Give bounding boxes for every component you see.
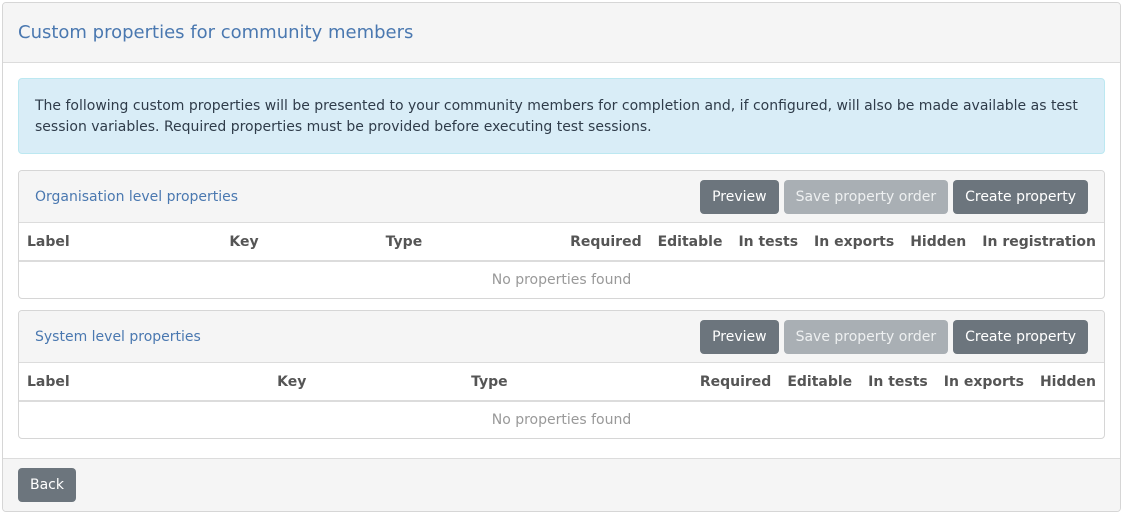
column-header[interactable]: Type: [463, 363, 692, 402]
column-header[interactable]: Type: [377, 223, 563, 262]
column-header[interactable]: In tests: [730, 223, 807, 262]
panel-header: System level properties Preview Save pro…: [19, 311, 1104, 363]
column-header[interactable]: In exports: [935, 363, 1032, 402]
column-header[interactable]: Label: [19, 223, 222, 262]
system-properties-panel: System level properties Preview Save pro…: [18, 310, 1105, 439]
column-header[interactable]: Hidden: [902, 223, 975, 262]
column-header[interactable]: Key: [221, 223, 378, 262]
column-header[interactable]: Key: [269, 363, 464, 402]
save-property-order-button[interactable]: Save property order: [783, 179, 949, 214]
panel-title: System level properties: [35, 328, 201, 345]
preview-button[interactable]: Preview: [700, 179, 779, 214]
save-property-order-button[interactable]: Save property order: [783, 319, 949, 354]
column-header[interactable]: Editable: [779, 363, 861, 402]
info-alert: The following custom properties will be …: [18, 78, 1105, 154]
panel-actions: Preview Save property order Create prope…: [700, 179, 1088, 214]
table-row: No properties found: [19, 261, 1104, 298]
column-header[interactable]: Required: [562, 223, 650, 262]
empty-message: No properties found: [491, 412, 632, 428]
column-header[interactable]: Editable: [649, 223, 731, 262]
column-header[interactable]: Required: [691, 363, 780, 402]
card-footer: Back: [3, 458, 1120, 511]
properties-table: Label Key Type Required Editable In test…: [19, 223, 1104, 298]
panel-header: Organisation level properties Preview Sa…: [19, 171, 1104, 223]
table-header-row: Label Key Type Required Editable In test…: [19, 223, 1104, 262]
preview-button[interactable]: Preview: [700, 319, 779, 354]
organisation-properties-panel: Organisation level properties Preview Sa…: [18, 170, 1105, 299]
back-button[interactable]: Back: [18, 468, 76, 502]
column-header[interactable]: In registration: [974, 223, 1104, 262]
panel-actions: Preview Save property order Create prope…: [700, 319, 1088, 354]
panel-title: Organisation level properties: [35, 188, 239, 205]
empty-message: No properties found: [491, 272, 632, 288]
column-header[interactable]: In exports: [806, 223, 903, 262]
custom-properties-card: Custom properties for community members …: [2, 2, 1121, 512]
column-header[interactable]: In tests: [860, 363, 936, 402]
card-body: The following custom properties will be …: [3, 63, 1120, 459]
table-header-row: Label Key Type Required Editable In test…: [19, 363, 1104, 402]
create-property-button[interactable]: Create property: [953, 179, 1088, 214]
column-header[interactable]: Label: [19, 363, 270, 402]
card-header: Custom properties for community members: [3, 3, 1120, 63]
create-property-button[interactable]: Create property: [953, 319, 1088, 354]
properties-table: Label Key Type Required Editable In test…: [19, 363, 1104, 438]
column-header[interactable]: Hidden: [1031, 363, 1104, 402]
table-row: No properties found: [19, 401, 1104, 438]
page-title: Custom properties for community members: [18, 22, 414, 43]
